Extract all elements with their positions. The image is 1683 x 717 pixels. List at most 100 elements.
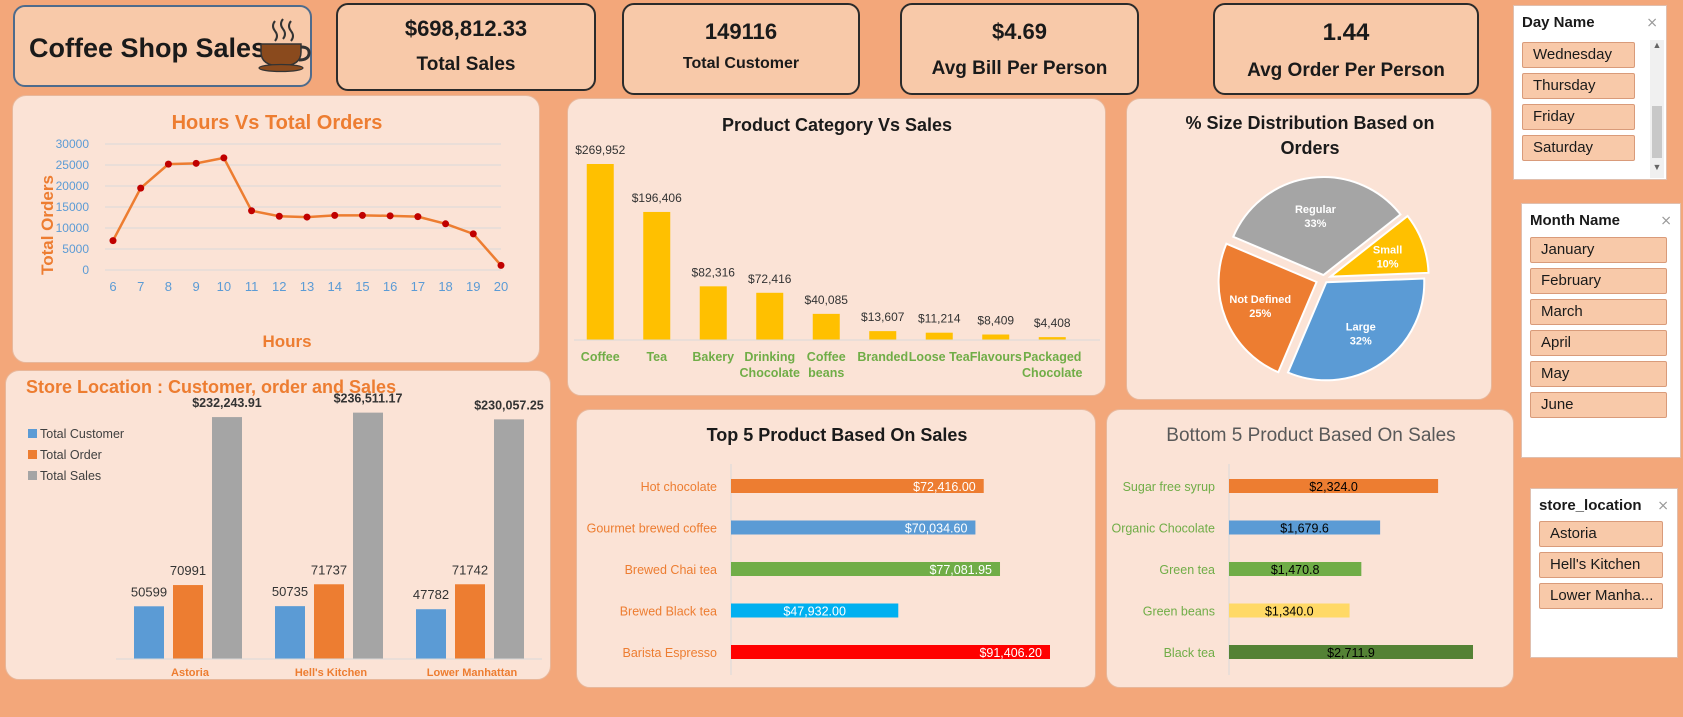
data-point — [442, 220, 450, 228]
scroll-up-icon[interactable]: ▲ — [1651, 40, 1663, 54]
top5-chart-panel: Top 5 Product Based On Sales Hot chocola… — [576, 409, 1096, 688]
x-axis-label: Hours — [262, 332, 311, 351]
slicer-item[interactable]: Hell's Kitchen — [1539, 552, 1663, 578]
category-label: Coffee — [581, 350, 620, 364]
category-label: Coffee beans — [807, 350, 846, 380]
data-point — [164, 160, 172, 168]
top5-bar-chart: Top 5 Product Based On Sales Hot chocola… — [587, 425, 1050, 675]
data-label: $230,057.25 — [474, 398, 544, 412]
size-pie-chart: % Size Distribution Based on Orders Regul… — [1185, 113, 1435, 382]
data-point — [303, 213, 311, 221]
kpi-total-sales: $698,812.33 Total Sales — [336, 3, 596, 91]
data-label: $72,416 — [748, 272, 792, 286]
category-bar — [643, 211, 671, 340]
category-label: Packaged Chocolate — [1022, 350, 1082, 380]
kpi-total-customer: 149116 Total Customer — [622, 3, 860, 95]
day-slicer: Day Name ⨯ Wednesday Thursday Friday Saturd… — [1513, 5, 1667, 180]
slice-name-label: Large — [1346, 321, 1376, 333]
slicer-item[interactable]: Saturday — [1522, 135, 1635, 161]
y-tick-label: 30000 — [56, 137, 90, 151]
scroll-down-icon[interactable]: ▼ — [1651, 162, 1663, 176]
y-tick-label: 10000 — [56, 221, 90, 235]
product-label: Barista Espresso — [623, 646, 718, 660]
store-bar — [173, 585, 203, 659]
y-axis-label: Total Orders — [38, 175, 57, 275]
category-label: Lower Manhattan — [427, 667, 518, 679]
data-label: $232,243.91 — [192, 396, 262, 410]
kpi-label: Total Customer — [682, 55, 800, 72]
chart-title: Hours Vs Total Orders — [172, 112, 383, 134]
slice-value-label: 25% — [1249, 308, 1271, 320]
slicer-item[interactable]: Friday — [1522, 104, 1635, 130]
data-point — [248, 207, 256, 215]
hours-chart-panel: Hours Vs Total Orders Total Orders Hours… — [12, 95, 540, 363]
product-label: Organic Chocolate — [1111, 522, 1215, 536]
clear-filter-icon[interactable]: ⨯ — [1657, 497, 1669, 514]
category-label: Astoria — [171, 667, 210, 679]
slicer-scrollbar[interactable]: ▲ ▼ — [1650, 40, 1664, 178]
store-bar — [134, 606, 164, 659]
x-tick-label: 16 — [383, 279, 397, 294]
data-label: $82,316 — [692, 265, 736, 279]
x-tick-label: 9 — [193, 279, 200, 294]
data-label: $11,214 — [918, 312, 961, 326]
x-tick-label: 8 — [165, 279, 172, 294]
slice-name-label: Small — [1373, 245, 1402, 257]
size-chart-panel: % Size Distribution Based on Orders Regul… — [1126, 98, 1492, 400]
slice-value-label: 10% — [1377, 259, 1399, 271]
slicer-item[interactable]: Thursday — [1522, 73, 1635, 99]
y-tick-label: 20000 — [56, 179, 90, 193]
x-tick-label: 12 — [272, 279, 286, 294]
data-point — [109, 237, 117, 245]
slicer-item[interactable]: Wednesday — [1522, 42, 1635, 68]
slicer-item[interactable]: June — [1530, 392, 1667, 418]
chart-title: Top 5 Product Based On Sales — [707, 425, 968, 445]
data-point — [497, 261, 505, 269]
kpi-label: Total Sales — [416, 54, 516, 75]
data-label: 71742 — [452, 562, 488, 577]
category-bar — [869, 331, 897, 340]
product-label: Hot chocolate — [641, 480, 717, 494]
slicer-item[interactable]: Lower Manha... — [1539, 583, 1663, 609]
data-label: $13,607 — [861, 310, 905, 324]
slicer-item[interactable]: January — [1530, 237, 1667, 263]
slicer-item[interactable]: February — [1530, 268, 1667, 294]
y-tick-label: 15000 — [56, 200, 90, 214]
legend-label: Total Order — [40, 448, 102, 462]
slicer-item[interactable]: Astoria — [1539, 521, 1663, 547]
scroll-thumb[interactable] — [1652, 106, 1662, 158]
data-label: 50735 — [272, 584, 308, 599]
x-tick-label: 11 — [245, 279, 258, 294]
legend-label: Total Customer — [40, 427, 124, 441]
product-label: Sugar free syrup — [1123, 480, 1215, 494]
legend-swatch — [28, 471, 37, 480]
slice-value-label: 32% — [1350, 335, 1372, 347]
category-label: Tea — [646, 350, 668, 364]
clear-filter-icon[interactable]: ⨯ — [1660, 212, 1672, 229]
data-label: 71737 — [311, 562, 347, 577]
slicer-header: Month Name — [1530, 212, 1620, 229]
data-point — [386, 212, 394, 220]
data-label: $40,085 — [805, 293, 849, 307]
month-slicer: Month Name ⨯ January February March April Ma… — [1521, 203, 1681, 458]
slicer-item[interactable]: May — [1530, 361, 1667, 387]
bottom5-bar-chart: Bottom 5 Product Based On Sales Sugar fr… — [1111, 425, 1473, 675]
category-label: Flavours — [970, 350, 1022, 364]
store-chart-panel: Store Location : Customer, order and Sal… — [5, 370, 551, 680]
store-bar — [416, 609, 446, 659]
slicer-item[interactable]: April — [1530, 330, 1667, 356]
clear-filter-icon[interactable]: ⨯ — [1646, 14, 1658, 31]
product-label: Black tea — [1164, 646, 1215, 660]
data-label: $77,081.95 — [929, 563, 992, 577]
x-tick-label: 17 — [411, 279, 425, 294]
y-tick-label: 5000 — [62, 242, 89, 256]
legend-label: Total Sales — [40, 469, 101, 483]
category-label: Loose Tea — [909, 350, 971, 364]
data-point — [358, 211, 366, 219]
data-point — [137, 184, 145, 192]
data-label: $91,406.20 — [979, 646, 1042, 660]
data-label: $196,406 — [632, 191, 682, 205]
data-label: $47,932.00 — [783, 605, 846, 619]
store-bar — [314, 584, 344, 659]
slicer-item[interactable]: March — [1530, 299, 1667, 325]
